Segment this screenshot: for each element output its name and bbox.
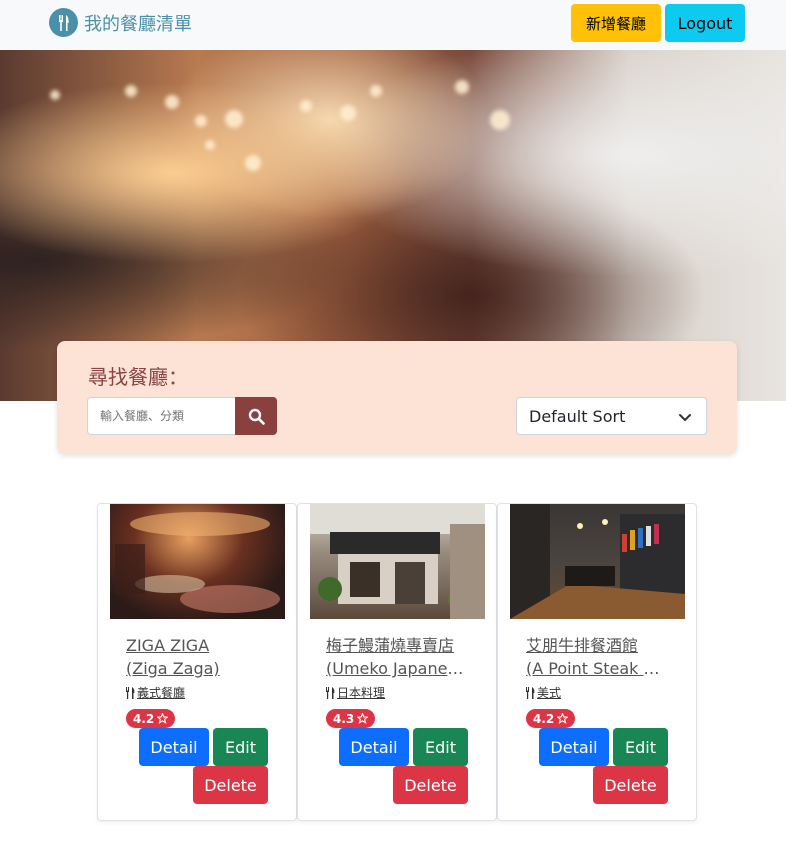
rating-badge: 4.2 xyxy=(126,709,176,728)
edit-button[interactable]: Edit xyxy=(413,728,468,766)
sort-select[interactable]: Default Sort xyxy=(516,397,707,435)
edit-button[interactable]: Edit xyxy=(613,728,668,766)
restaurant-name-link[interactable]: ZIGA ZIGA (Ziga Zaga) xyxy=(126,634,271,680)
search-input[interactable] xyxy=(87,397,237,435)
star-icon xyxy=(557,713,569,724)
brand-link[interactable]: 我的餐廳清單 xyxy=(49,8,192,37)
delete-button[interactable]: Delete xyxy=(593,766,668,804)
delete-button[interactable]: Delete xyxy=(193,766,268,804)
restaurant-category: 日本料理 xyxy=(325,684,385,701)
rating-badge: 4.2 xyxy=(526,709,576,728)
restaurant-name-link[interactable]: 艾朋牛排餐酒館 (A Point Steak & ... xyxy=(526,634,671,680)
brand-title: 我的餐廳清單 xyxy=(84,13,192,35)
edit-button[interactable]: Edit xyxy=(213,728,268,766)
restaurant-photo[interactable] xyxy=(110,504,285,619)
detail-button[interactable]: Detail xyxy=(339,728,409,766)
new-restaurant-button[interactable]: 新增餐廳 xyxy=(571,4,661,42)
detail-button[interactable]: Detail xyxy=(539,728,609,766)
search-panel: 尋找餐廳： Default Sort xyxy=(57,341,737,454)
logout-button[interactable]: Logout xyxy=(665,4,745,42)
search-icon xyxy=(248,408,265,425)
restaurant-category: 義式餐廳 xyxy=(125,684,185,701)
utensils-icon xyxy=(49,8,78,37)
restaurant-photo[interactable] xyxy=(510,504,685,619)
utensils-icon xyxy=(126,686,135,699)
utensils-icon xyxy=(526,686,535,699)
restaurant-photo[interactable] xyxy=(310,504,485,619)
navbar: 我的餐廳清單 新增餐廳 Logout xyxy=(0,0,786,50)
chevron-down-icon xyxy=(679,414,691,421)
utensils-icon xyxy=(326,686,335,699)
restaurant-name-link[interactable]: 梅子鰻蒲燒專賣店 (Umeko Japanese... xyxy=(326,634,471,680)
detail-button[interactable]: Detail xyxy=(139,728,209,766)
search-label: 尋找餐廳： xyxy=(88,365,188,389)
restaurant-card: 艾朋牛排餐酒館 (A Point Steak & ... 美式 4.2 Deta… xyxy=(497,503,697,821)
restaurant-card: ZIGA ZIGA (Ziga Zaga) 義式餐廳 4.2 Detail Ed… xyxy=(97,503,297,821)
star-icon xyxy=(157,713,169,724)
delete-button[interactable]: Delete xyxy=(393,766,468,804)
restaurant-card: 梅子鰻蒲燒專賣店 (Umeko Japanese... 日本料理 4.3 Det… xyxy=(297,503,497,821)
rating-badge: 4.3 xyxy=(326,709,376,728)
sort-selected-value: Default Sort xyxy=(529,406,626,426)
restaurant-category: 美式 xyxy=(525,684,561,701)
search-button[interactable] xyxy=(235,397,277,435)
star-icon xyxy=(357,713,369,724)
